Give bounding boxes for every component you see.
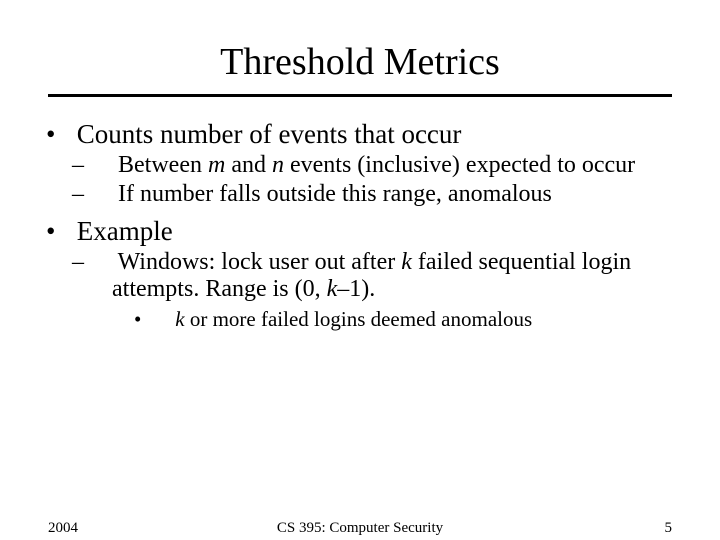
bullet-2-1-k2: k: [327, 276, 338, 302]
bullet-1-1-n: n: [272, 152, 284, 178]
title-rule: [48, 94, 672, 97]
slide-title: Threshold Metrics: [48, 40, 672, 84]
bullet-2-1-pre: Windows: lock user out after: [118, 249, 402, 275]
bullet-2-1-1: k or more failed logins deemed anomalous: [152, 307, 672, 332]
bullet-2-1: Windows: lock user out after k failed se…: [92, 249, 672, 332]
bullet-1: Counts number of events that occur Betwe…: [48, 119, 672, 208]
bullet-1-1-pre: Between: [118, 152, 208, 178]
bullet-1-2: If number falls outside this range, anom…: [92, 181, 672, 208]
bullet-2-sublist: Windows: lock user out after k failed se…: [92, 249, 672, 332]
footer-course: CS 395: Computer Security: [0, 520, 720, 537]
bullet-1-1-mid: and: [225, 152, 272, 178]
bullet-1-1: Between m and n events (inclusive) expec…: [92, 152, 672, 179]
bullet-2-text: Example: [77, 216, 173, 246]
bullet-1-2-text: If number falls outside this range, anom…: [118, 181, 552, 207]
bullet-2-1-post: –1).: [337, 276, 375, 302]
bullet-list: Counts number of events that occur Betwe…: [48, 119, 672, 332]
slide: Threshold Metrics Counts number of event…: [0, 0, 720, 540]
bullet-2-1-sublist: k or more failed logins deemed anomalous: [152, 307, 672, 332]
bullet-1-1-post: events (inclusive) expected to occur: [284, 152, 635, 178]
bullet-2-1-1-post: or more failed logins deemed anomalous: [185, 307, 533, 331]
footer-slide-number: 5: [665, 520, 673, 537]
bullet-2-1-1-k: k: [175, 307, 184, 331]
bullet-2: Example Windows: lock user out after k f…: [48, 216, 672, 332]
bullet-1-text: Counts number of events that occur: [77, 119, 462, 149]
bullet-2-1-k: k: [401, 249, 412, 275]
bullet-1-sublist: Between m and n events (inclusive) expec…: [92, 152, 672, 208]
bullet-1-1-m: m: [208, 152, 225, 178]
